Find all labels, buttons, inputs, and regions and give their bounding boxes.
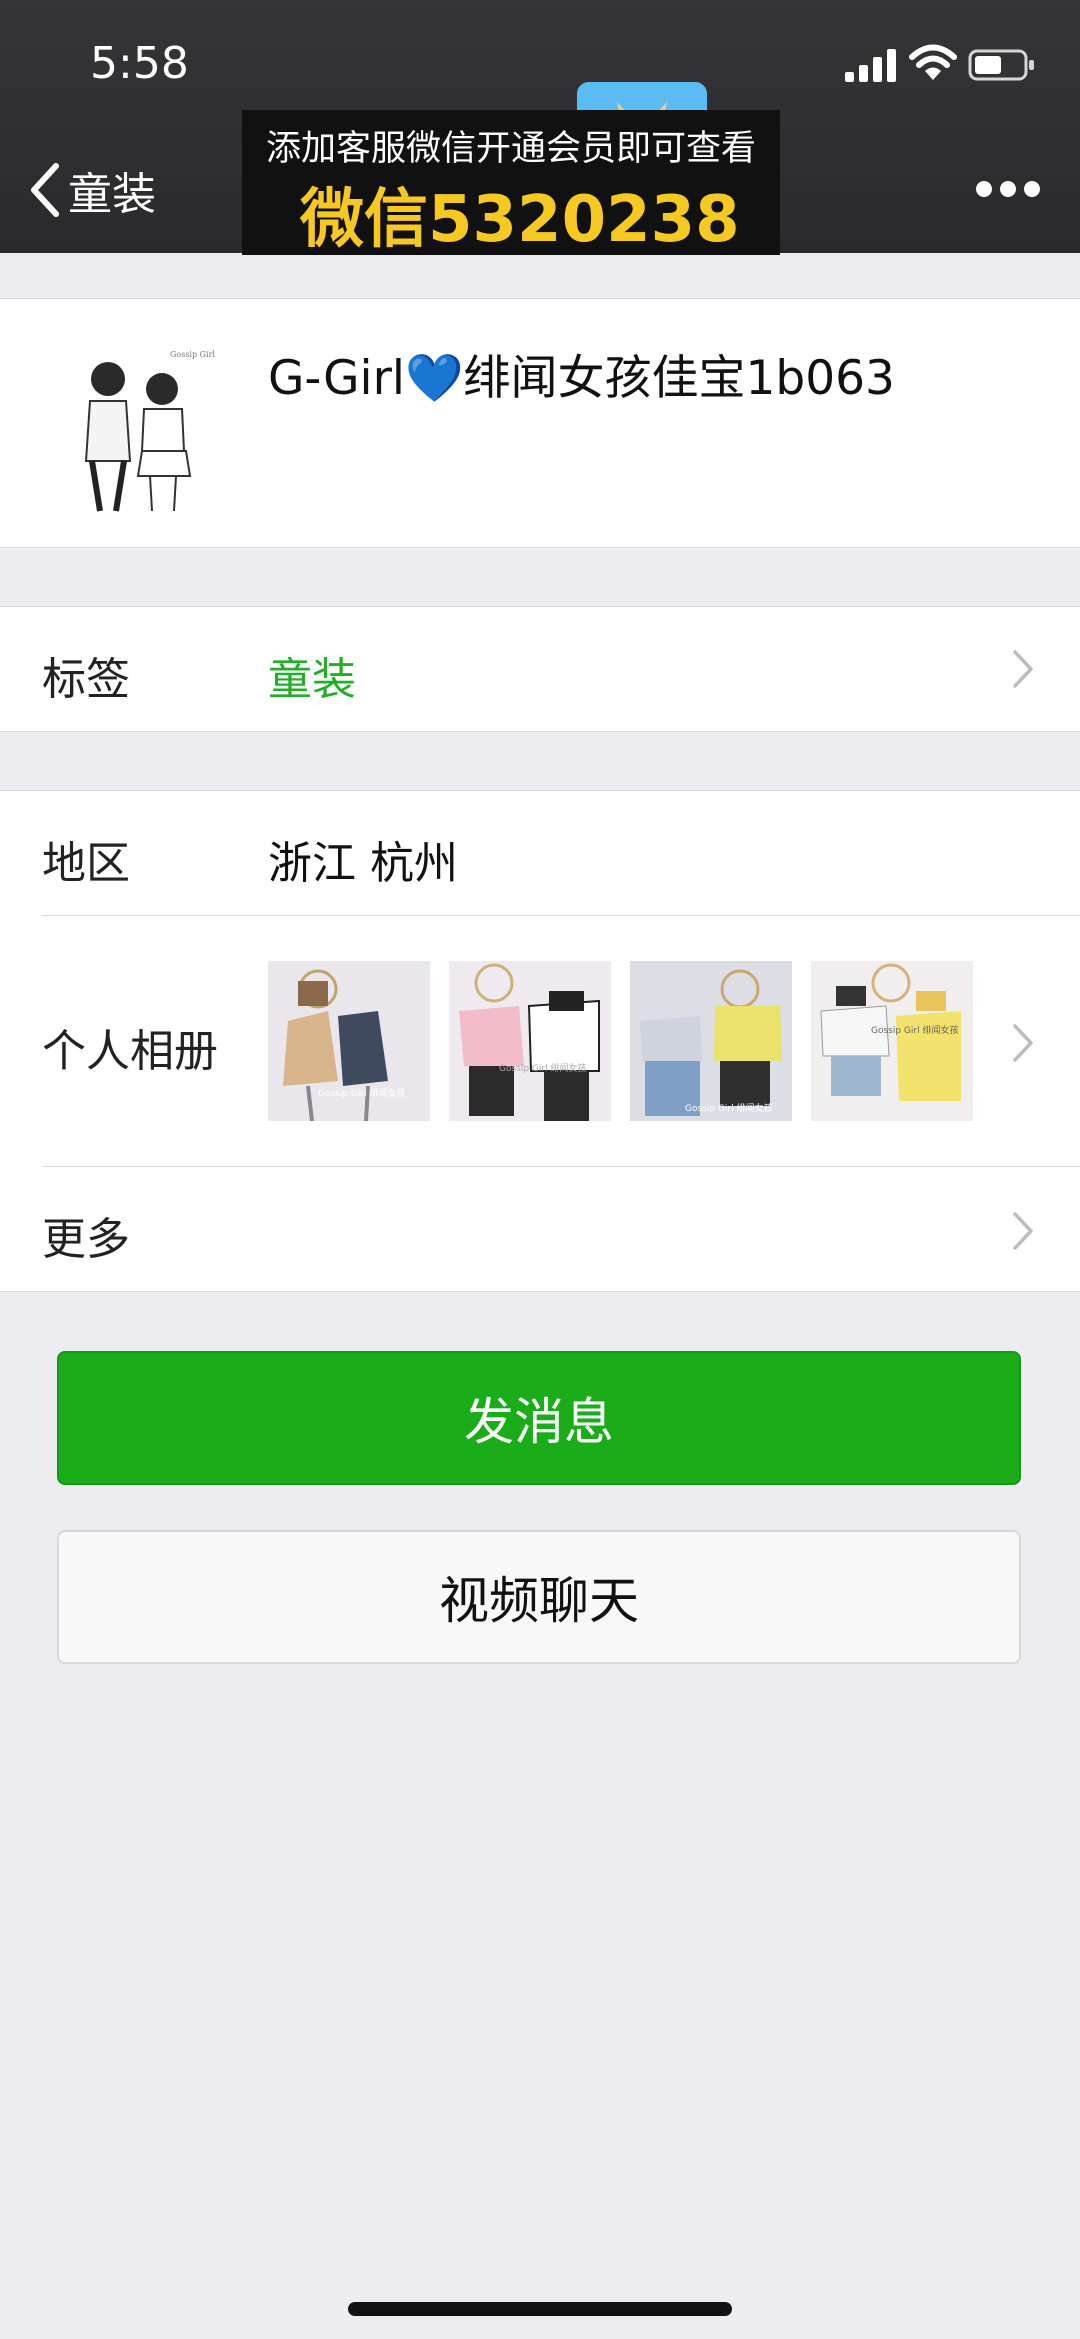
chevron-right-icon[interactable] (1012, 1023, 1034, 1063)
album-watermark: Gossip Girl 绯闻女孩 (685, 1102, 772, 1114)
send-message-button[interactable]: 发消息 (57, 1351, 1021, 1485)
status-time: 5:58 (90, 38, 189, 89)
profile-card: Gossip Girl G-Girl💙绯闻女孩佳宝1b063 (0, 298, 1080, 548)
chevron-right-icon[interactable] (1012, 1211, 1034, 1251)
promo-line1: 添加客服微信开通会员即可查看 (266, 129, 757, 169)
promo-line2: 微信5320238 (300, 183, 740, 257)
divider (42, 915, 1080, 916)
profile-name: G-Girl💙绯闻女孩佳宝1b063 (268, 351, 895, 406)
wifi-icon (909, 44, 957, 80)
promo-banner: 添加客服微信开通会员即可查看 微信5320238 (242, 110, 780, 257)
album-thumb[interactable]: Gossip Girl 绯闻女孩 (268, 961, 430, 1121)
album-watermark: Gossip Girl 绯闻女孩 (318, 1087, 405, 1099)
chevron-right-icon (1013, 650, 1033, 688)
tag-row[interactable]: 标签 童装 (0, 606, 1080, 732)
album-watermark: Gossip Girl 绯闻女孩 (499, 1062, 586, 1074)
region-value: 浙江 杭州 (268, 838, 458, 889)
album-thumb[interactable]: Gossip Girl 绯闻女孩 (449, 961, 611, 1121)
battery-icon (968, 49, 1034, 81)
video-call-button[interactable]: 视频聊天 (57, 1530, 1021, 1664)
album-watermark: Gossip Girl 绯闻女孩 (871, 1024, 958, 1036)
album-label: 个人相册 (42, 1026, 218, 1077)
tag-label: 标签 (42, 654, 130, 705)
more-label[interactable]: 更多 (42, 1203, 130, 1267)
avatar[interactable]: Gossip Girl (50, 341, 225, 516)
cellular-signal-icon (845, 49, 896, 82)
divider (42, 1166, 1080, 1167)
album-thumb[interactable]: Gossip Girl 绯闻女孩 (811, 961, 973, 1121)
tag-value: 童装 (268, 654, 356, 705)
more-options-icon[interactable] (975, 178, 1041, 200)
album-thumb[interactable]: Gossip Girl 绯闻女孩 (630, 961, 792, 1121)
info-list: 地区 浙江 杭州 个人相册 Gossip Girl 绯闻女孩 Gossip Gi… (0, 790, 1080, 1292)
avatar-caption: Gossip Girl (170, 350, 215, 359)
region-label: 地区 (42, 838, 130, 889)
home-indicator[interactable] (348, 2302, 732, 2316)
